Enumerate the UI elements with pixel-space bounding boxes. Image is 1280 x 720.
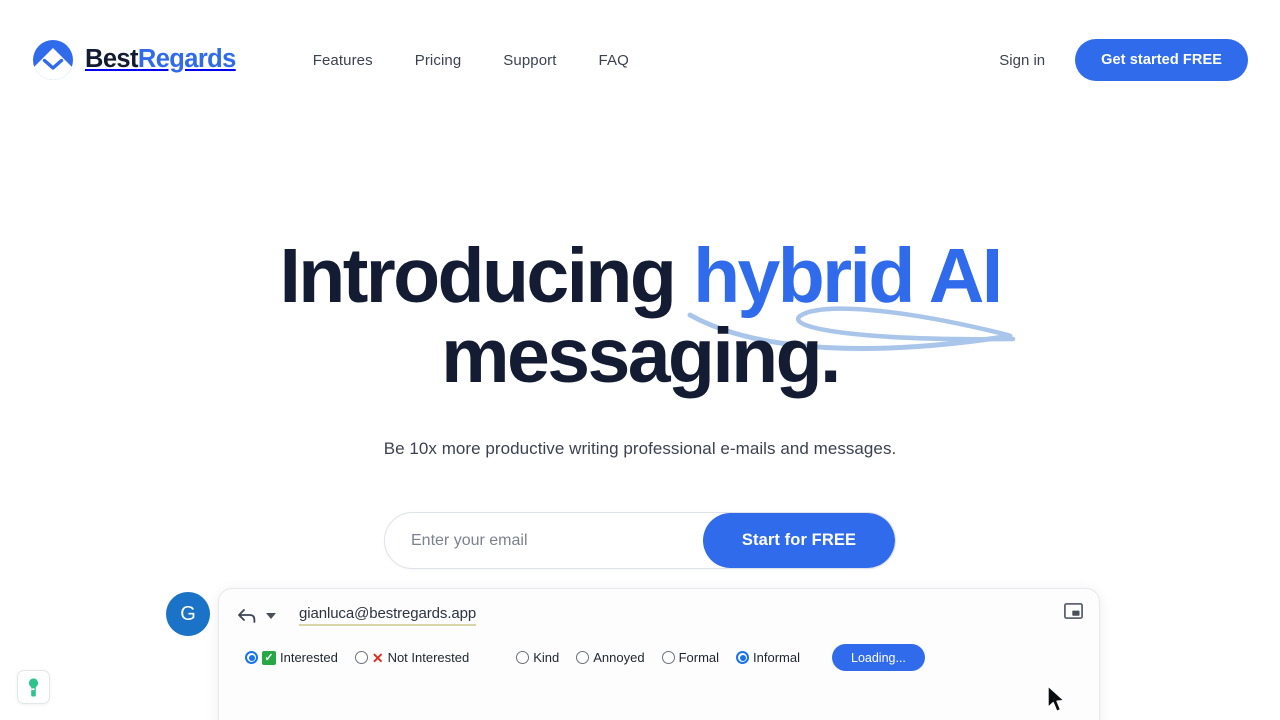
- headline-line-1: Introducing hybrid AI: [0, 233, 1280, 351]
- option-kind[interactable]: Kind: [516, 650, 559, 665]
- brand-logo[interactable]: BestRegards: [32, 39, 236, 81]
- generate-loading-button[interactable]: Loading...: [832, 644, 925, 671]
- radio-not-interested[interactable]: [354, 651, 368, 664]
- nav-item-features[interactable]: Features: [292, 44, 394, 77]
- sign-in-link[interactable]: Sign in: [999, 52, 1045, 69]
- option-not-interested-label: Not Interested: [387, 650, 470, 665]
- brand-name-second: Regards: [137, 45, 236, 74]
- recipient-field[interactable]: gianluca@bestregards.app: [299, 605, 476, 626]
- option-interested-label: Interested: [280, 650, 338, 665]
- page-title: Introducing hybrid AI messaging.: [0, 236, 1280, 396]
- option-annoyed-label: Annoyed: [593, 650, 645, 665]
- chevron-down-icon[interactable]: [266, 612, 276, 619]
- email-input[interactable]: [385, 513, 703, 568]
- option-kind-label: Kind: [533, 650, 560, 665]
- hero-section: Introducing hybrid AI messaging. Be 10x …: [0, 120, 1280, 569]
- mouse-pointer-icon: [1047, 685, 1065, 713]
- headline-accent-part: hybrid AI: [693, 233, 1003, 319]
- brand-name-first: Best: [85, 45, 138, 74]
- compose-card: gianluca@bestregards.app ✓ Interested ✕ …: [218, 588, 1100, 720]
- radio-formal[interactable]: [661, 651, 675, 664]
- tone-controls: ✓ Interested ✕ Not Interested Kind Annoy…: [219, 626, 1099, 671]
- get-started-button[interactable]: Get started FREE: [1075, 39, 1248, 81]
- nav-item-pricing[interactable]: Pricing: [394, 44, 483, 77]
- privacy-key-icon: [28, 677, 39, 696]
- main-navigation: Features Pricing Support FAQ: [292, 44, 650, 77]
- option-not-interested[interactable]: ✕ Not Interested: [354, 649, 470, 666]
- app-preview-mockup: G gianluca@bestregards.app ✓ Interested: [0, 578, 1280, 720]
- option-informal-label: Informal: [753, 650, 800, 665]
- option-annoyed[interactable]: Annoyed: [576, 650, 645, 665]
- avatar: G: [166, 592, 210, 636]
- radio-kind[interactable]: [516, 651, 530, 664]
- option-formal-label: Formal: [678, 650, 720, 665]
- option-formal[interactable]: Formal: [661, 650, 720, 665]
- option-informal[interactable]: Informal: [736, 650, 800, 665]
- reply-arrow-icon[interactable]: [237, 607, 257, 625]
- email-signup-form: Start for FREE: [384, 512, 896, 569]
- site-header: BestRegards Features Pricing Support FAQ…: [0, 0, 1280, 120]
- header-actions: Sign in Get started FREE: [999, 39, 1248, 81]
- envelope-chevron-logo-icon: [33, 40, 73, 80]
- headline-plain-part: Introducing: [279, 233, 694, 319]
- check-mark-emoji-icon: ✓: [262, 650, 276, 665]
- brand-name: BestRegards: [85, 47, 236, 73]
- radio-interested[interactable]: [245, 651, 258, 664]
- headline-line-2: messaging.: [441, 313, 841, 399]
- option-interested[interactable]: ✓ Interested: [245, 650, 338, 665]
- nav-item-faq[interactable]: FAQ: [578, 44, 650, 77]
- nav-item-support[interactable]: Support: [482, 44, 577, 77]
- radio-annoyed[interactable]: [576, 651, 590, 664]
- privacy-widget-button[interactable]: [17, 670, 50, 704]
- hero-subtitle: Be 10x more productive writing professio…: [383, 439, 897, 458]
- cross-mark-emoji-icon: ✕: [371, 649, 384, 666]
- start-for-free-button[interactable]: Start for FREE: [703, 513, 895, 568]
- radio-informal[interactable]: [736, 651, 750, 664]
- picture-in-picture-icon[interactable]: [1064, 603, 1083, 619]
- compose-toolbar: gianluca@bestregards.app: [219, 589, 1099, 626]
